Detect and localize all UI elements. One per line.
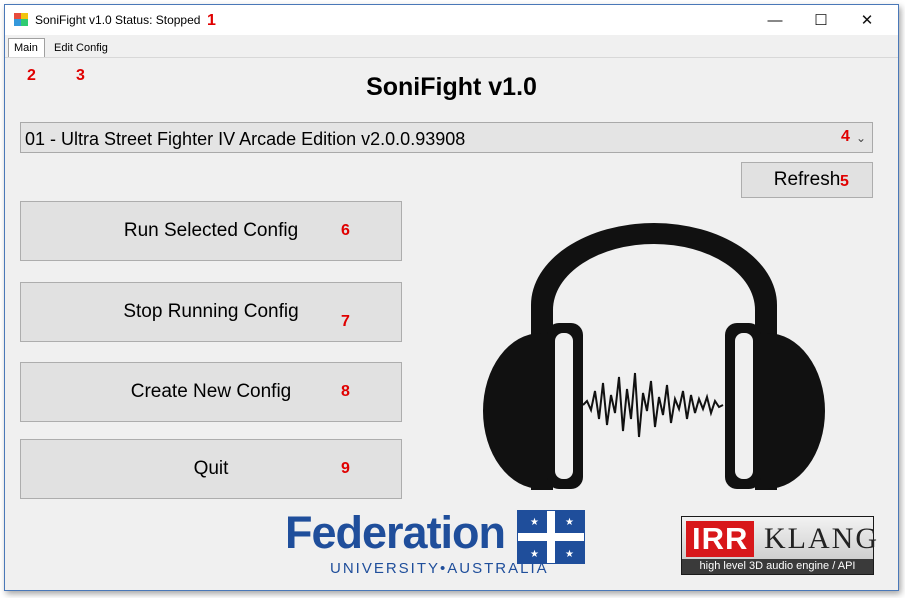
federation-logo-subtitle: UNIVERSITY•AUSTRALIA bbox=[330, 560, 549, 577]
irrklang-logo-right: KLANG bbox=[764, 522, 879, 555]
star-icon: ★ bbox=[565, 517, 574, 528]
quit-label: Quit bbox=[193, 458, 229, 479]
irrklang-logo-left: IRR bbox=[686, 521, 755, 557]
irrklang-logo-top: IRR KLANG bbox=[682, 517, 877, 559]
annotation-marker: 7 bbox=[341, 313, 350, 330]
federation-flag-icon: ★ ★ ★ ★ bbox=[517, 510, 586, 564]
minimize-button[interactable]: — bbox=[752, 5, 798, 35]
stop-config-button[interactable]: Stop Running Config bbox=[20, 282, 402, 342]
chevron-down-icon[interactable]: ⌄ bbox=[856, 131, 866, 145]
maximize-button[interactable]: ☐ bbox=[798, 5, 844, 35]
create-config-label: Create New Config bbox=[130, 381, 292, 402]
config-select-value: 01 - Ultra Street Fighter IV Arcade Edit… bbox=[25, 129, 466, 149]
close-button[interactable]: ✕ bbox=[844, 5, 890, 35]
app-icon bbox=[14, 13, 28, 26]
annotation-marker: 8 bbox=[341, 383, 350, 400]
config-select[interactable]: 01 - Ultra Street Fighter IV Arcade Edit… bbox=[20, 122, 873, 153]
window-title: SoniFight v1.0 Status: Stopped bbox=[35, 13, 201, 27]
federation-university-logo: Federation ★ ★ ★ ★ UNIVERSITY•AUSTRALIA bbox=[285, 507, 586, 577]
refresh-button[interactable]: Refresh bbox=[741, 162, 873, 198]
tab-strip: Main Edit Config bbox=[5, 35, 898, 57]
refresh-button-label: Refresh bbox=[773, 169, 841, 190]
tab-main[interactable]: Main bbox=[8, 38, 45, 57]
tab-edit-config[interactable]: Edit Config bbox=[51, 41, 111, 55]
star-icon: ★ bbox=[530, 549, 539, 560]
annotation-marker: 4 bbox=[841, 128, 850, 145]
irrklang-logo: IRR KLANG high level 3D audio engine / A… bbox=[681, 516, 877, 575]
annotation-marker: 5 bbox=[840, 173, 849, 190]
star-icon: ★ bbox=[530, 517, 539, 528]
run-config-label: Run Selected Config bbox=[123, 220, 299, 241]
title-bar[interactable]: SoniFight v1.0 Status: Stopped 1 — ☐ ✕ bbox=[5, 5, 898, 35]
page-title: SoniFight v1.0 bbox=[366, 73, 537, 101]
star-icon: ★ bbox=[565, 549, 574, 560]
federation-logo-word: Federation bbox=[285, 507, 506, 558]
app-window: SoniFight v1.0 Status: Stopped 1 — ☐ ✕ M… bbox=[4, 4, 899, 591]
stop-config-label: Stop Running Config bbox=[123, 301, 299, 322]
irrklang-tagline: high level 3D audio engine / API bbox=[699, 560, 856, 572]
annotation-marker: 1 bbox=[207, 12, 216, 29]
annotation-marker: 9 bbox=[341, 460, 350, 477]
headphones-icon bbox=[483, 223, 825, 490]
annotation-marker: 6 bbox=[341, 222, 350, 239]
